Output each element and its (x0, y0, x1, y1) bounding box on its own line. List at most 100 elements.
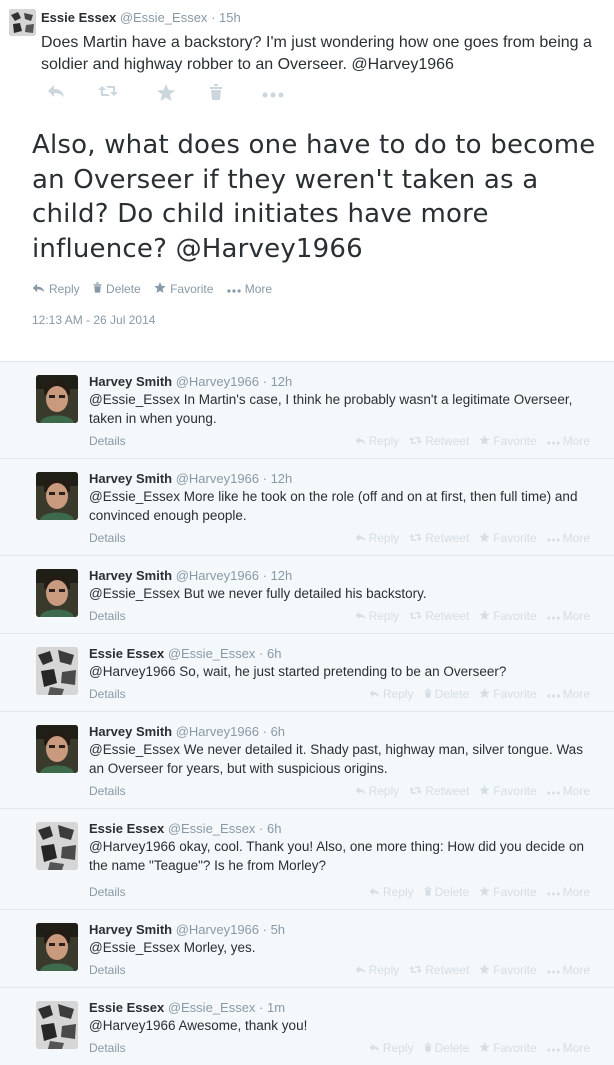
reply-tweet[interactable]: Essie Essex @Essie_Essex · 6h @Harvey1966… (0, 634, 614, 712)
tweet-time[interactable]: 12h (271, 471, 293, 486)
essie-avatar[interactable] (9, 9, 36, 36)
retweet-button[interactable]: Retweet (409, 784, 469, 798)
author-name[interactable]: Harvey Smith (89, 724, 172, 739)
details-link[interactable]: Details (89, 609, 126, 623)
tweet-time[interactable]: 6h (267, 646, 281, 661)
harvey-avatar[interactable] (36, 375, 78, 423)
reply-button[interactable]: Reply (355, 609, 400, 623)
retweet-button[interactable]: Retweet (409, 434, 469, 448)
favorite-button[interactable]: Favorite (479, 1041, 537, 1055)
delete-icon[interactable] (204, 84, 228, 104)
retweet-button[interactable]: Retweet (409, 963, 469, 977)
delete-button[interactable]: Delete (93, 280, 141, 298)
delete-button[interactable]: Delete (424, 687, 469, 701)
author-handle[interactable]: @Essie_Essex (120, 10, 208, 25)
retweet-button[interactable]: Retweet (409, 531, 469, 545)
reply-icon (32, 280, 45, 298)
author-name[interactable]: Essie Essex (41, 10, 116, 25)
more-button[interactable]: More (546, 963, 590, 977)
favorite-button[interactable]: Favorite (479, 434, 537, 448)
author-name[interactable]: Harvey Smith (89, 374, 172, 389)
harvey-avatar[interactable] (36, 569, 78, 617)
details-link[interactable]: Details (89, 434, 126, 448)
more-button[interactable]: More (546, 885, 590, 899)
author-name[interactable]: Essie Essex (89, 1000, 164, 1015)
reply-button[interactable]: Reply (369, 1041, 414, 1055)
favorite-button[interactable]: Favorite (479, 963, 537, 977)
harvey-avatar[interactable] (36, 472, 78, 520)
main-tweet-timestamp[interactable]: 12:13 AM - 26 Jul 2014 (32, 312, 155, 328)
reply-button[interactable]: Reply (355, 784, 399, 798)
more-icon[interactable] (258, 84, 288, 104)
harvey-avatar[interactable] (36, 923, 78, 971)
tweet-time[interactable]: 5h (271, 922, 285, 937)
details-link[interactable]: Details (89, 1041, 126, 1055)
author-handle[interactable]: @Essie_Essex (168, 1000, 256, 1015)
more-button[interactable]: More (227, 280, 272, 298)
more-button[interactable]: More (546, 531, 590, 545)
retweet-button[interactable]: Retweet (409, 609, 469, 623)
details-link[interactable]: Details (89, 687, 126, 701)
more-label: More (562, 784, 590, 798)
favorite-button[interactable]: Favorite (479, 687, 537, 701)
author-handle[interactable]: @Harvey1966 (176, 471, 259, 486)
reply-button[interactable]: Reply (369, 687, 414, 701)
favorite-button[interactable]: Favorite (479, 784, 537, 798)
author-handle[interactable]: @Harvey1966 (176, 374, 259, 389)
details-link[interactable]: Details (89, 885, 126, 899)
favorite-icon (479, 1041, 491, 1055)
favorite-button[interactable]: Favorite (479, 531, 537, 545)
retweet-icon[interactable] (96, 84, 120, 104)
reply-icon[interactable] (44, 84, 68, 104)
favorite-button[interactable]: Favorite (479, 609, 537, 623)
reply-button[interactable]: Reply (32, 280, 80, 298)
reply-button[interactable]: Reply (355, 434, 399, 448)
harvey-avatar[interactable] (36, 725, 78, 773)
reply-tweet[interactable]: Essie Essex @Essie_Essex · 6h @Harvey1966… (0, 809, 614, 910)
tweet-time[interactable]: 12h (271, 568, 293, 583)
reply-text: @Essie_Essex We never detailed it. Shady… (89, 742, 583, 776)
reply-tweet[interactable]: Essie Essex @Essie_Essex · 1m @Harvey1966… (0, 988, 614, 1065)
details-link[interactable]: Details (89, 963, 126, 977)
author-handle[interactable]: @Harvey1966 (176, 922, 259, 937)
tweet-time[interactable]: 1m (267, 1000, 285, 1015)
author-name[interactable]: Harvey Smith (89, 568, 172, 583)
favorite-icon[interactable] (154, 84, 178, 104)
reply-label: Reply (368, 609, 400, 623)
details-link[interactable]: Details (89, 784, 126, 798)
author-handle[interactable]: @Essie_Essex (168, 646, 256, 661)
favorite-button[interactable]: Favorite (479, 885, 537, 899)
favorite-label: Favorite (170, 282, 214, 296)
favorite-button[interactable]: Favorite (154, 280, 213, 298)
tweet-time[interactable]: 12h (271, 374, 293, 389)
author-name[interactable]: Harvey Smith (89, 471, 172, 486)
author-name[interactable]: Harvey Smith (89, 922, 172, 937)
author-name[interactable]: Essie Essex (89, 646, 164, 661)
delete-button[interactable]: Delete (424, 1041, 469, 1055)
author-handle[interactable]: @Essie_Essex (168, 821, 256, 836)
delete-button[interactable]: Delete (424, 885, 469, 899)
more-button[interactable]: More (546, 687, 590, 701)
reply-button[interactable]: Reply (355, 531, 399, 545)
reply-tweet[interactable]: Harvey Smith @Harvey1966 · 12h @Essie_Ess… (0, 362, 614, 459)
reply-tweet[interactable]: Harvey Smith @Harvey1966 · 6h @Essie_Esse… (0, 712, 614, 809)
reply-button[interactable]: Reply (355, 963, 399, 977)
more-button[interactable]: More (546, 1041, 590, 1055)
reply-tweet[interactable]: Harvey Smith @Harvey1966 · 12h @Essie_Ess… (0, 459, 614, 556)
reply-tweet[interactable]: Harvey Smith @Harvey1966 · 5h @Essie_Esse… (0, 910, 614, 988)
reply-tweet[interactable]: Harvey Smith @Harvey1966 · 12h @Essie_Ess… (0, 556, 614, 634)
tweet-time[interactable]: 6h (271, 724, 285, 739)
tweet-time[interactable]: 6h (267, 821, 281, 836)
more-button[interactable]: More (546, 784, 590, 798)
author-name[interactable]: Essie Essex (89, 821, 164, 836)
reply-button[interactable]: Reply (369, 885, 414, 899)
tweet-time[interactable]: 15h (219, 10, 241, 25)
author-handle[interactable]: @Harvey1966 (176, 724, 259, 739)
more-button[interactable]: More (546, 609, 590, 623)
essie-avatar[interactable] (36, 822, 78, 870)
author-handle[interactable]: @Harvey1966 (176, 568, 259, 583)
details-link[interactable]: Details (89, 531, 126, 545)
essie-avatar[interactable] (36, 1001, 78, 1049)
more-button[interactable]: More (546, 434, 590, 448)
essie-avatar[interactable] (36, 647, 78, 695)
